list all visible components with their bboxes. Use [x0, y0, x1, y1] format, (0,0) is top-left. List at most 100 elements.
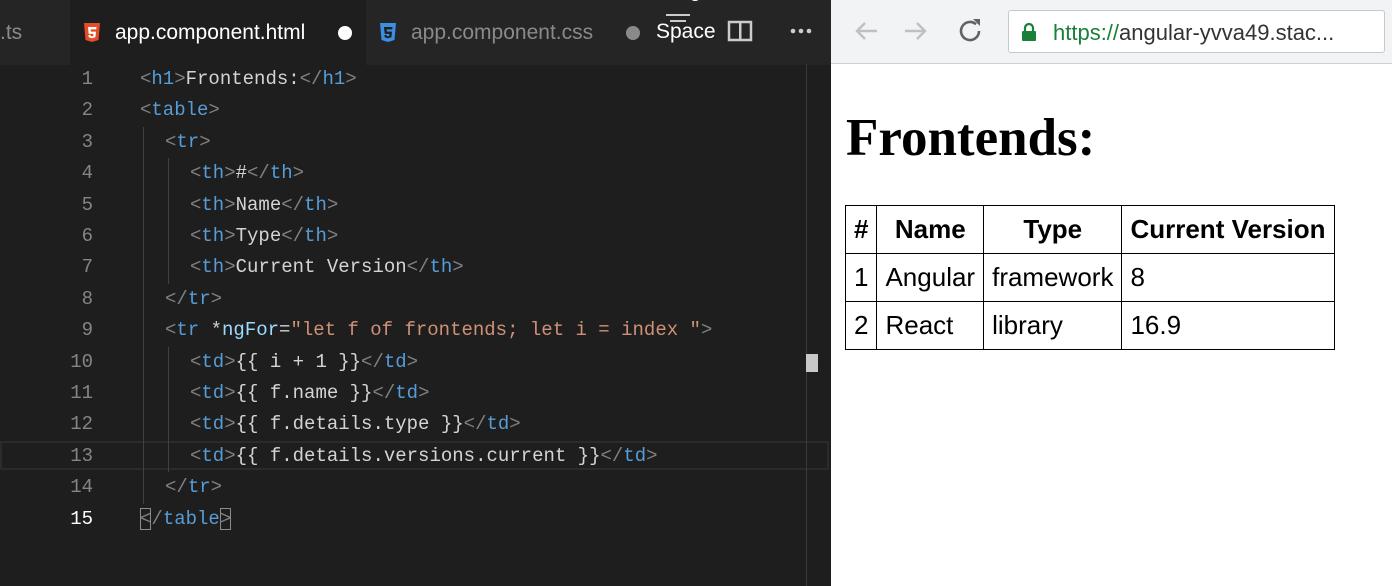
header-number: #: [844, 205, 878, 254]
indent-guide: [168, 378, 169, 410]
indent-guide: [168, 440, 169, 473]
line-number: 3: [81, 130, 93, 153]
line-number: 15: [70, 507, 93, 530]
line-number: 5: [81, 193, 93, 216]
code-text[interactable]: <tr *ngFor="let f of frontends; let i = …: [165, 315, 712, 346]
forward-arrow-icon[interactable]: [901, 16, 931, 46]
indent-guide: [168, 158, 169, 190]
code-text[interactable]: <tr>: [165, 127, 211, 158]
line-number: 14: [70, 476, 93, 499]
tab-app-component-html[interactable]: app.component.html: [70, 0, 366, 65]
tab-ts-file[interactable]: .ts: [0, 0, 70, 65]
code-line[interactable]: 11 <td>{{ f.name }}</td>: [0, 378, 831, 410]
code-text[interactable]: <table>: [140, 95, 220, 126]
frontends-table: # Name Type Current Version 1 Angular fr…: [844, 205, 1335, 350]
reload-icon[interactable]: [955, 16, 985, 46]
code-text[interactable]: <td>{{ i + 1 }}</td>: [190, 347, 418, 378]
back-arrow-icon[interactable]: [851, 16, 881, 46]
code-text[interactable]: <th>#</th>: [190, 158, 304, 189]
browser-toolbar: https://angular-yvva49.stac...: [831, 0, 1392, 64]
browser-preview: https://angular-yvva49.stac... Frontends…: [831, 0, 1392, 586]
code-line[interactable]: 7 <th>Current Version</th>: [0, 252, 831, 284]
code-text[interactable]: <h1>Frontends:</h1>: [140, 64, 357, 95]
indent-guide: [143, 315, 144, 347]
indent-guide: [143, 440, 144, 473]
indent-guide: [143, 126, 144, 159]
code-line[interactable]: 15 </table>: [0, 504, 831, 535]
indent-guide: [143, 409, 144, 441]
code-line[interactable]: 12 <td>{{ f.details.type }}</td>: [0, 409, 831, 441]
code-line[interactable]: 4 <th>#</th>: [0, 158, 831, 190]
code-text[interactable]: </tr>: [165, 472, 222, 503]
unsaved-dot-icon[interactable]: [626, 26, 640, 40]
cell-number: 2: [844, 301, 878, 350]
editor-tab-bar: .ts app.component.html app.component.css…: [0, 0, 831, 65]
code-line[interactable]: 3 <tr>: [0, 126, 831, 159]
table-header-row: # Name Type Current Version: [844, 205, 1335, 254]
indent-guide: [143, 221, 144, 253]
indent-guide: [143, 283, 144, 316]
cell-version: 8: [1121, 253, 1335, 302]
lock-icon: [1022, 22, 1036, 41]
tab-app-component-css[interactable]: app.component.css: [366, 0, 654, 65]
header-type: Type: [983, 205, 1123, 254]
line-number: 13: [70, 444, 93, 467]
header-name: Name: [876, 205, 985, 254]
cell-name: Angular: [876, 253, 985, 302]
code-line[interactable]: 10 <td>{{ i + 1 }}</td>: [0, 346, 831, 378]
line-number: 4: [81, 162, 93, 185]
code-text[interactable]: <th>Name</th>: [190, 190, 338, 221]
header-current-version: Current Version: [1121, 205, 1335, 254]
url-scheme: https://: [1053, 20, 1120, 45]
url-host: angular-yvva49.stac...: [1119, 20, 1335, 45]
indent-guide: [143, 252, 144, 284]
indent-guide: [143, 158, 144, 190]
code-text[interactable]: <th>Current Version</th>: [190, 252, 464, 283]
line-number: 9: [81, 319, 93, 342]
code-line[interactable]: 1 <h1>Frontends:</h1>: [0, 64, 831, 95]
indent-guide: [168, 221, 169, 253]
page-heading: Frontends:: [846, 109, 1096, 167]
line-number: 6: [81, 225, 93, 247]
unsaved-dot-icon[interactable]: [338, 26, 352, 40]
line-number: 10: [70, 350, 93, 373]
html5-icon: [84, 22, 100, 42]
address-bar[interactable]: https://angular-yvva49.stac...: [1008, 10, 1385, 53]
code-text[interactable]: </table>: [140, 504, 232, 535]
cell-version: 16.9: [1121, 301, 1335, 350]
code-line[interactable]: 8 </tr>: [0, 283, 831, 316]
code-line[interactable]: 2 <table>: [0, 95, 831, 126]
indent-guide: [143, 189, 144, 221]
more-actions-icon[interactable]: [788, 18, 814, 44]
line-number: 2: [81, 99, 93, 122]
tab-label: app.component.css: [411, 20, 594, 44]
indent-guide: [143, 472, 144, 504]
shortcut-hint: Space: [656, 20, 716, 43]
line-number: 1: [81, 68, 93, 90]
code-text[interactable]: </tr>: [165, 284, 222, 315]
cell-name: React: [876, 301, 985, 350]
css3-icon: [380, 22, 396, 42]
cell-type: library: [983, 301, 1123, 350]
code-line[interactable]: 9 <tr *ngFor="let f of frontends; let i =…: [0, 315, 831, 347]
code-text[interactable]: <td>{{ f.details.type }}</td>: [190, 409, 521, 440]
line-number: 8: [81, 287, 93, 310]
indent-guide: [168, 189, 169, 221]
code-line[interactable]: 13 <td>{{ f.details.versions.current }}</…: [0, 440, 831, 473]
code-text[interactable]: <td>{{ f.details.versions.current }}</td…: [190, 441, 658, 472]
split-editor-icon[interactable]: [727, 18, 753, 44]
code-line[interactable]: 5 <th>Name</th>: [0, 189, 831, 221]
shortcut-hint-top: +U: [680, 0, 701, 6]
tab-label: app.component.html: [115, 20, 306, 44]
editor-actions: +U Space: [654, 0, 831, 65]
table-row: 2 React library 16.9: [844, 301, 1335, 350]
table-row: 1 Angular framework 8: [844, 253, 1335, 302]
code-text[interactable]: <th>Type</th>: [190, 221, 338, 252]
line-number: 12: [70, 413, 93, 436]
url-text: https://angular-yvva49.stac...: [1053, 20, 1334, 46]
indent-guide: [168, 409, 169, 441]
code-line[interactable]: 14 </tr>: [0, 472, 831, 504]
code-text[interactable]: <td>{{ f.name }}</td>: [190, 378, 429, 409]
code-line[interactable]: 6 <th>Type</th>: [0, 221, 831, 253]
indent-guide: [168, 252, 169, 284]
